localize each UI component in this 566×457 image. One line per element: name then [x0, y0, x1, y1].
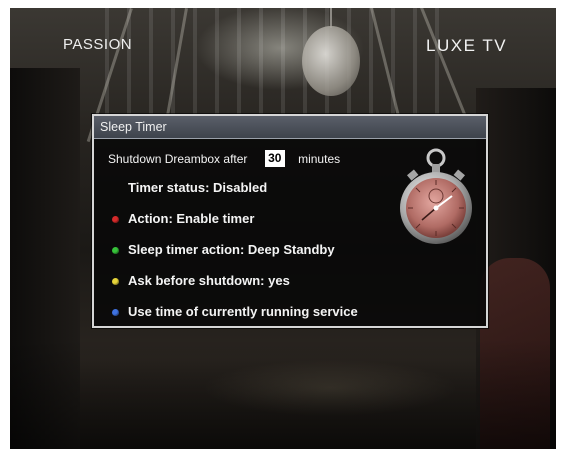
background-lamp	[302, 26, 360, 96]
green-button-icon	[112, 247, 119, 254]
shutdown-row: Shutdown Dreambox after 30 minutes	[108, 150, 340, 168]
shutdown-label: Shutdown Dreambox after	[108, 152, 248, 166]
red-button-icon	[112, 216, 119, 223]
channel-logo-right: LUXE TV	[426, 36, 508, 55]
menu-item-label: Ask before shutdown: yes	[128, 273, 290, 288]
dialog-title: Sleep Timer	[94, 116, 486, 139]
menu-item-label: Use time of currently running service	[128, 304, 358, 319]
menu-item-label: Action: Enable timer	[128, 211, 255, 226]
sleep-timer-dialog: Sleep Timer Shutdown Dreambox after 30 m…	[92, 114, 488, 328]
timer-status-label: Timer status: Disabled	[128, 180, 268, 195]
tv-screen: PASSION LUXE TV Sleep Timer Shutdown Dre…	[10, 8, 556, 449]
minutes-label: minutes	[298, 152, 341, 166]
minutes-input[interactable]: 30	[264, 150, 285, 167]
stopwatch-icon	[400, 148, 472, 244]
blue-button-icon	[112, 309, 119, 316]
background-roof	[105, 8, 455, 118]
channel-logo-left: PASSION	[63, 36, 133, 53]
yellow-button-icon	[112, 278, 119, 285]
menu-item-label: Sleep timer action: Deep Standby	[128, 242, 335, 257]
